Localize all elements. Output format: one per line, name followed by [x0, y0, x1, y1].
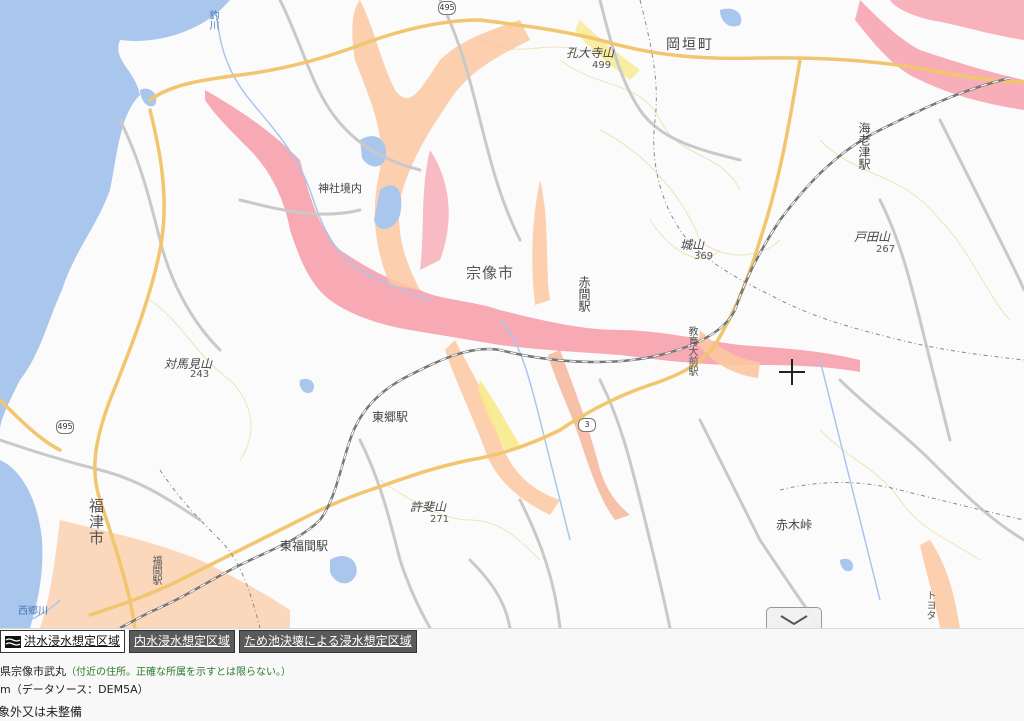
flood-zone-layer	[40, 0, 1024, 628]
address-line: 県宗像市武丸（付近の住所。正確な所属を示すとは限らない。）	[0, 663, 291, 679]
tab-flood-inundation-label: 洪水浸水想定区域	[24, 634, 121, 648]
label-mt-todayama: 戸田山	[854, 230, 891, 244]
label-akagi-pass: 赤木峠	[776, 518, 813, 532]
hazard-tabs: 洪水浸水想定区域 内水浸水想定区域 ため池決壊による浸水想定区域	[0, 629, 421, 653]
label-nishigo-river: 西郷川	[18, 606, 48, 617]
tab-reservoir-inundation[interactable]: ため池決壊による浸水想定区域	[239, 630, 417, 653]
label-toyota: トヨタ	[924, 590, 935, 620]
label-kyoiku-station: 教育大前駅	[686, 326, 697, 376]
map-graphics	[0, 0, 1024, 628]
tab-flood-inundation[interactable]: 洪水浸水想定区域	[0, 630, 126, 653]
status-line: 対象外又は未整備	[0, 705, 83, 719]
chevron-down-icon	[780, 615, 808, 626]
label-togo-station: 東郷駅	[372, 410, 409, 424]
label-munakata-city: 宗像市	[466, 264, 515, 282]
label-akama-station: 赤間駅	[577, 276, 591, 312]
route-3-shield: 3	[578, 418, 596, 432]
label-shrine: 神社境内	[318, 182, 362, 195]
address-text: 県宗像市武丸	[0, 665, 66, 678]
label-mt-tsushimami-elev: 243	[190, 369, 210, 380]
map-canvas[interactable]: 岡垣町 宗像市 福津市 神社境内 孔大寺山 499 城山 369 戸田山 267…	[0, 0, 1024, 628]
map-center-crosshair	[779, 359, 805, 385]
label-mt-todayama-elev: 267	[876, 244, 896, 255]
label-mt-kyorai: 許斐山	[410, 500, 447, 514]
label-okagaki-town: 岡垣町	[666, 37, 714, 53]
route-495-shield-top: 495	[438, 1, 456, 15]
route-495-shield-left: 495	[56, 420, 74, 434]
label-ebitsu-station: 海老津駅	[857, 122, 871, 170]
label-fukutsu-city: 福津市	[87, 498, 105, 546]
flood-wave-icon	[5, 635, 21, 648]
label-higashifukuma-station: 東福間駅	[280, 539, 329, 553]
label-fukuma-station: 福間駅	[150, 555, 161, 585]
tab-inland-inundation[interactable]: 内水浸水想定区域	[129, 630, 236, 653]
elevation-line: m（データソース：DEM5A）	[0, 683, 149, 696]
label-mt-kyorai-elev: 271	[430, 514, 450, 525]
info-panel: 洪水浸水想定区域 内水浸水想定区域 ため池決壊による浸水想定区域 県宗像市武丸（…	[0, 628, 1024, 721]
label-tsuri-river: 釣川	[207, 10, 218, 30]
address-note: （付近の住所。正確な所属を示すとは限らない。）	[66, 667, 291, 678]
label-mt-joyama-elev: 369	[694, 251, 714, 262]
label-mt-nodaiji-elev: 499	[592, 60, 612, 71]
label-mt-nodaiji: 孔大寺山	[566, 46, 615, 60]
railway-line	[119, 76, 1011, 628]
